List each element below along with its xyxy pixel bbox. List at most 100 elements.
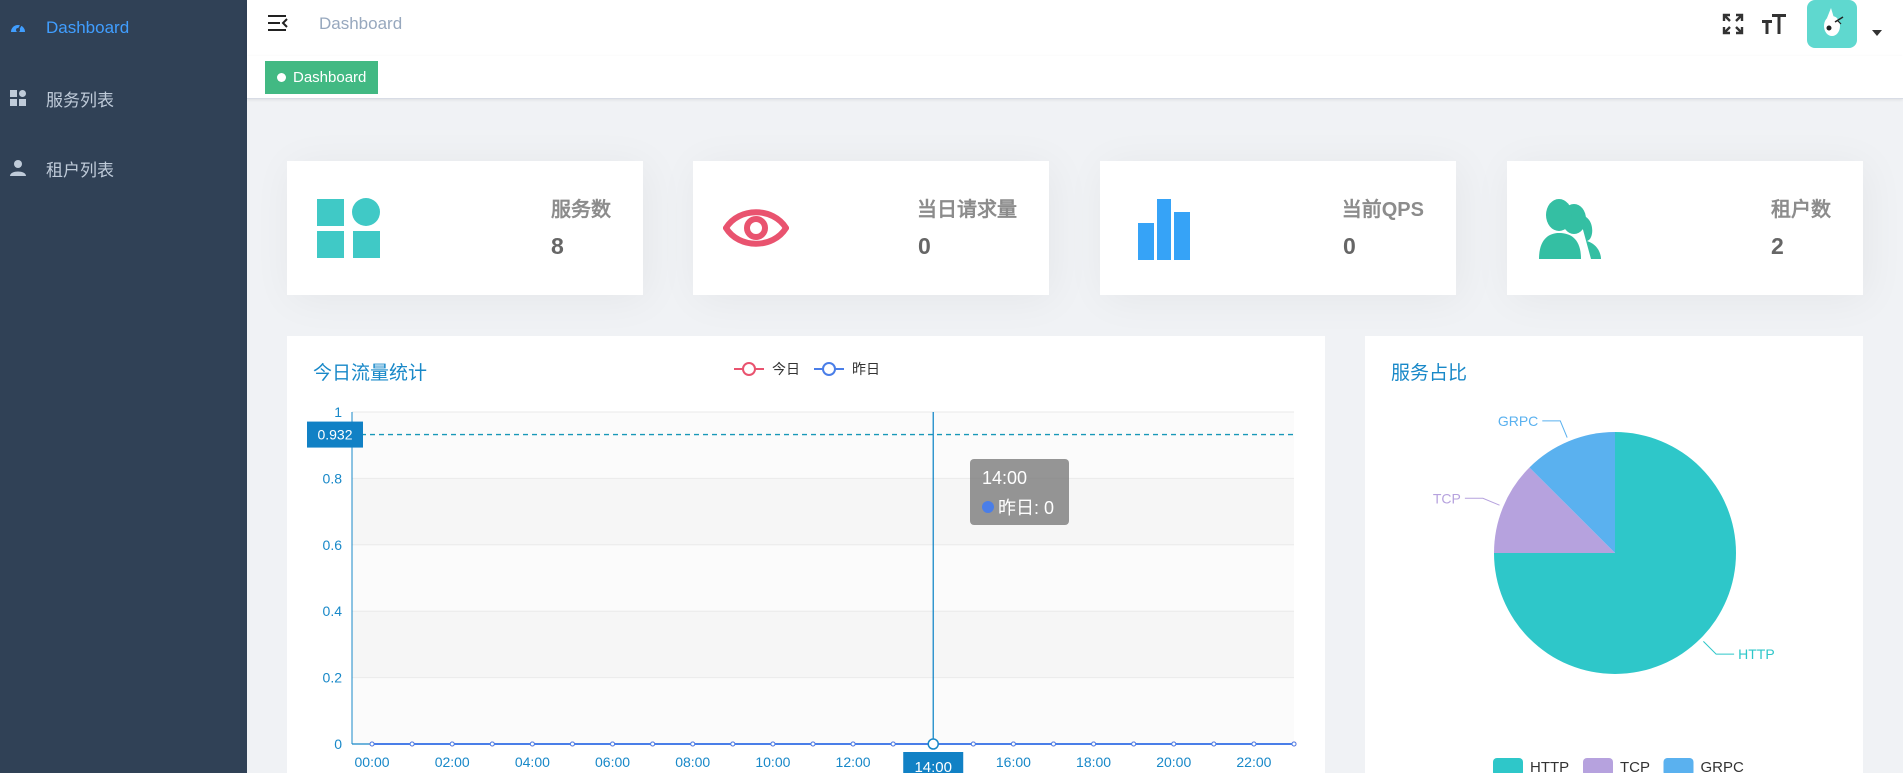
data-point xyxy=(409,741,415,747)
pie-label: TCP xyxy=(1433,490,1461,506)
stat-title: 租户数 xyxy=(1771,199,1831,221)
sidebar-item-tenants[interactable]: 租户列表 xyxy=(0,140,247,196)
data-point xyxy=(1251,741,1257,747)
pie-chart-panel: 服务占比 HTTP TCP GRPC HTTP TCP GRPC xyxy=(1365,336,1863,773)
x-tick-label: 06:00 xyxy=(595,754,630,770)
grid-band xyxy=(352,677,1294,744)
data-point xyxy=(970,741,976,747)
bar-chart-icon xyxy=(1130,195,1196,261)
tag-label: Dashboard xyxy=(293,69,367,86)
data-point xyxy=(529,741,535,747)
legend-item-today[interactable]: 今日 xyxy=(734,361,800,377)
legend-swatch xyxy=(1583,758,1613,773)
stat-card-requests[interactable]: 当日请求量 0 xyxy=(693,161,1049,295)
pointer-dot xyxy=(927,738,939,750)
tooltip-value: 昨日: 0 xyxy=(998,498,1055,518)
y-tick-label: 0 xyxy=(334,736,342,752)
pie-label-line xyxy=(1464,497,1500,506)
x-tick-label: 20:00 xyxy=(1156,754,1191,770)
x-tick-label: 10:00 xyxy=(755,754,790,770)
x-tick-label: 08:00 xyxy=(675,754,710,770)
pie-label: HTTP xyxy=(1738,646,1775,662)
data-point xyxy=(1211,741,1217,747)
tag-dashboard[interactable]: Dashboard xyxy=(265,61,379,94)
stat-title: 服务数 xyxy=(551,199,611,221)
flow-chart-panel: 今日流量统计 今日 昨日 0 0.2 0.4 0.6 0.8 1 00:00 02:00 04… xyxy=(287,336,1325,773)
grid-band xyxy=(352,611,1294,678)
breadcrumb: Dashboard xyxy=(319,14,403,33)
sidebar-item-dashboard[interactable]: Dashboard xyxy=(0,0,247,56)
data-point xyxy=(1291,741,1297,747)
data-point xyxy=(850,741,856,747)
sidebar: Dashboard 服务列表 租户列表 xyxy=(0,0,247,773)
eye-icon xyxy=(722,195,790,261)
data-point xyxy=(810,741,816,747)
y-tick-label: 1 xyxy=(334,404,342,420)
legend-label: HTTP xyxy=(1530,759,1569,773)
x-tick-label: 12:00 xyxy=(836,754,871,770)
fullscreen-icon[interactable] xyxy=(1719,10,1747,38)
user-icon xyxy=(9,159,27,177)
pie-chart[interactable]: HTTP TCP GRPC HTTP TCP GRPC xyxy=(1365,336,1863,773)
pie-slices xyxy=(1494,432,1736,674)
data-point xyxy=(770,741,776,747)
pie-legend: HTTP TCP GRPC xyxy=(1493,758,1744,773)
data-point xyxy=(489,741,495,747)
font-size-icon[interactable] xyxy=(1760,10,1788,38)
people-icon xyxy=(1537,195,1603,261)
grid-band xyxy=(352,544,1294,612)
data-point xyxy=(610,741,616,747)
marker-value-label: 0.932 xyxy=(317,427,352,443)
tooltip-row: 昨日: 0 xyxy=(982,494,1054,520)
legend-label: 昨日 xyxy=(852,361,880,377)
data-point xyxy=(449,741,455,747)
y-tick-label: 0.6 xyxy=(323,537,343,553)
stat-title: 当前QPS xyxy=(1341,199,1424,221)
grid-band xyxy=(352,478,1294,545)
series-dot-icon xyxy=(982,501,994,513)
x-tick-label: 02:00 xyxy=(435,754,470,770)
pointer-label: 14:00 xyxy=(914,759,952,773)
sidebar-item-label: 租户列表 xyxy=(46,160,114,180)
navbar: Dashboard xyxy=(247,0,1903,56)
x-tick-label: 00:00 xyxy=(355,754,390,770)
stat-card-services[interactable]: 服务数 8 xyxy=(287,161,643,295)
stat-value: 8 xyxy=(551,233,564,259)
chart-tooltip: 14:00 昨日: 0 xyxy=(970,459,1069,525)
x-tick-label: 22:00 xyxy=(1236,754,1271,770)
x-tick-label: 18:00 xyxy=(1076,754,1111,770)
sidebar-item-label: Dashboard xyxy=(46,18,130,37)
data-point xyxy=(1010,741,1016,747)
y-tick-label: 0.8 xyxy=(323,470,343,486)
legend-item-yesterday[interactable]: 昨日 xyxy=(814,361,880,377)
sidebar-item-services[interactable]: 服务列表 xyxy=(0,70,247,126)
stat-card-tenants[interactable]: 租户数 2 xyxy=(1507,161,1863,295)
stat-card-qps[interactable]: 当前QPS 0 xyxy=(1100,161,1456,295)
legend-swatch xyxy=(1663,758,1694,773)
line-chart[interactable]: 今日 昨日 0 0.2 0.4 0.6 0.8 1 00:00 02:00 04:00 06:0… xyxy=(287,336,1325,773)
pie-label: GRPC xyxy=(1498,413,1538,429)
sidebar-item-label: 服务列表 xyxy=(46,90,114,110)
legend-swatch xyxy=(1493,758,1523,773)
data-point xyxy=(690,741,696,747)
legend-label: TCP xyxy=(1620,759,1650,773)
legend-label: 今日 xyxy=(772,361,800,377)
apps-icon xyxy=(317,195,383,261)
legend-label: GRPC xyxy=(1701,759,1745,773)
x-tick-label: 16:00 xyxy=(996,754,1031,770)
data-point xyxy=(890,741,896,747)
x-tick-label: 04:00 xyxy=(515,754,550,770)
tooltip-time: 14:00 xyxy=(982,468,1028,488)
chevron-down-icon[interactable] xyxy=(1872,30,1882,36)
y-axis: 0 0.2 0.4 0.6 0.8 1 xyxy=(323,404,353,752)
stat-value: 2 xyxy=(1771,233,1784,259)
avatar[interactable] xyxy=(1807,0,1857,48)
data-point xyxy=(369,741,375,747)
data-point xyxy=(1091,741,1097,747)
data-point xyxy=(1131,741,1137,747)
data-point xyxy=(569,741,575,747)
active-dot-icon xyxy=(277,73,286,82)
x-axis: 00:00 02:00 04:00 06:00 08:00 10:00 12:00 14:00… xyxy=(352,743,1294,770)
data-point xyxy=(1050,741,1056,747)
hamburger-icon[interactable] xyxy=(267,13,289,33)
